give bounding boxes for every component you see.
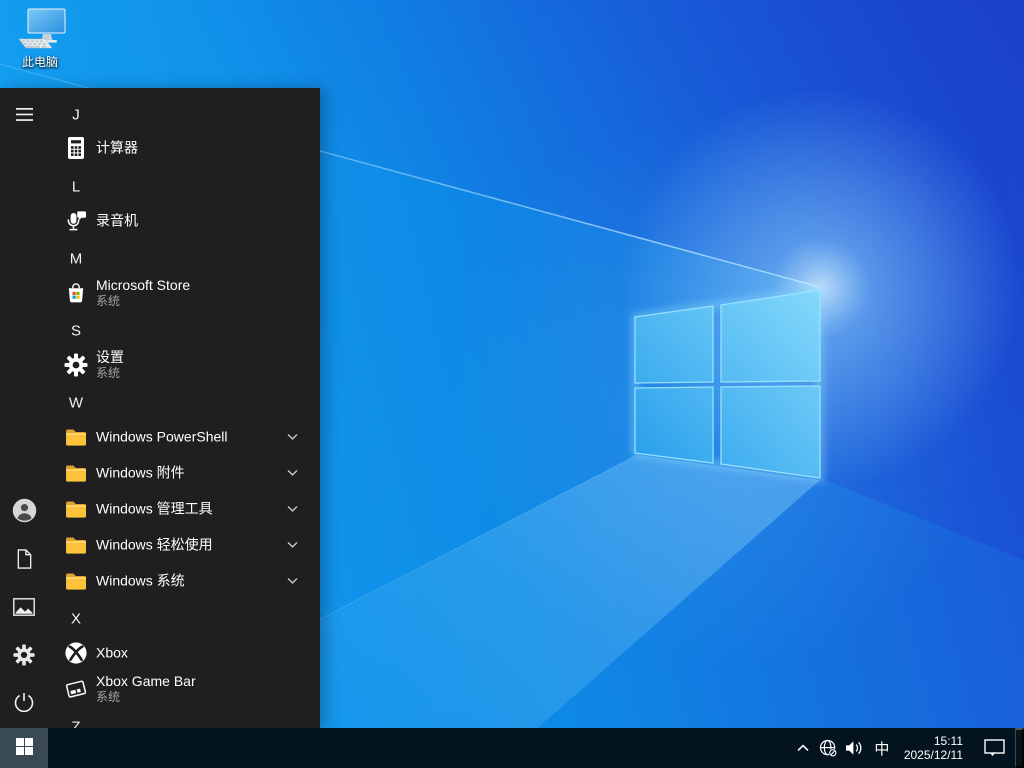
chevron-down-icon[interactable]: [284, 541, 300, 549]
rail-pictures-button[interactable]: [0, 584, 48, 632]
app-item-windows-accessories[interactable]: Windows 附件: [0, 455, 320, 491]
chevron-down-icon[interactable]: [284, 433, 300, 441]
windows-desktop: 此电脑 J 计算器 L 录音机 M Microsoft Store 系统 S 设置 系统 W Wind…: [0, 0, 1024, 768]
gear-icon: [13, 643, 35, 669]
app-item-text: Xbox: [96, 645, 284, 662]
folder-icon: [58, 527, 94, 563]
start-menu: J 计算器 L 录音机 M Microsoft Store 系统 S 设置 系统 W Windows …: [0, 88, 320, 728]
app-item-label: 计算器: [96, 139, 138, 156]
chevron-down-icon[interactable]: [284, 505, 300, 513]
calculator-icon: [58, 130, 94, 166]
show-desktop-button[interactable]: [1015, 728, 1024, 768]
folder-icon: [58, 491, 94, 527]
clock-date: 2025/12/11: [903, 748, 963, 762]
system-tray: 中 15:11 2025/12/11: [790, 728, 1024, 768]
app-item-label: Windows 附件: [96, 464, 185, 481]
windows-logo-icon: [15, 738, 33, 758]
document-icon: [15, 548, 34, 573]
taskbar: 中 15:11 2025/12/11: [0, 728, 1024, 768]
app-item-text: Xbox Game Bar 系统: [96, 673, 284, 705]
rail-user-button[interactable]: [0, 488, 48, 536]
tray-overflow-chevron-up-icon[interactable]: [790, 728, 816, 768]
app-item-text: Windows 管理工具: [96, 501, 284, 518]
desktop-icon-this-pc[interactable]: 此电脑: [8, 8, 72, 69]
app-item-text: 录音机: [96, 213, 284, 230]
app-item-voice-recorder[interactable]: 录音机: [0, 203, 320, 239]
volume-icon[interactable]: [842, 728, 868, 768]
microsoft-store-icon: [58, 275, 94, 311]
app-item-subtitle: 系统: [96, 294, 121, 308]
app-item-text: Microsoft Store 系统: [96, 277, 284, 309]
xbox-game-bar-icon: [58, 671, 94, 707]
folder-icon: [58, 455, 94, 491]
app-item-label: Xbox Game Bar: [96, 673, 196, 689]
section-letter-W[interactable]: W: [0, 385, 320, 421]
section-letter-label: J: [72, 106, 80, 124]
section-letter-Z[interactable]: Z: [0, 709, 320, 729]
app-item-text: Windows PowerShell: [96, 429, 284, 446]
section-letter-label: X: [70, 610, 81, 628]
app-item-text: Windows 系统: [96, 573, 284, 590]
taskbar-clock[interactable]: 15:11 2025/12/11: [896, 728, 973, 768]
app-item-text: 计算器: [96, 140, 284, 157]
folder-icon: [58, 419, 94, 455]
power-icon: [13, 692, 35, 717]
section-letter-X[interactable]: X: [0, 601, 320, 637]
app-item-xbox-game-bar[interactable]: Xbox Game Bar 系统: [0, 667, 320, 711]
clock-time: 15:11: [933, 734, 963, 748]
app-item-label: Windows 系统: [96, 572, 185, 589]
hamburger-menu-icon: [15, 108, 33, 124]
section-letter-label: M: [69, 250, 83, 268]
app-item-label: Windows 管理工具: [96, 500, 213, 517]
ime-indicator[interactable]: 中: [868, 728, 896, 768]
app-item-label: Windows 轻松使用: [96, 536, 213, 553]
app-item-subtitle: 系统: [96, 690, 121, 704]
app-item-label: Xbox: [96, 644, 128, 661]
chevron-down-icon[interactable]: [284, 577, 300, 585]
app-item-xbox[interactable]: Xbox: [0, 635, 320, 671]
network-no-internet-icon[interactable]: [816, 728, 842, 768]
app-item-text: Windows 附件: [96, 465, 284, 482]
rail-power-button[interactable]: [0, 680, 48, 728]
app-item-subtitle: 系统: [96, 366, 121, 380]
xbox-icon: [58, 635, 94, 671]
rail-documents-button[interactable]: [0, 536, 48, 584]
rail-menu-button[interactable]: [0, 92, 48, 140]
start-menu-app-list: J 计算器 L 录音机 M Microsoft Store 系统 S 设置 系统 W Windows …: [0, 88, 320, 728]
action-center-icon[interactable]: [973, 728, 1015, 768]
section-letter-label: L: [71, 178, 81, 196]
rail-settings-button[interactable]: [0, 632, 48, 680]
chevron-down-icon[interactable]: [284, 469, 300, 477]
section-letter-label: Z: [71, 718, 81, 729]
app-item-windows-admin-tools[interactable]: Windows 管理工具: [0, 491, 320, 527]
section-letter-label: W: [68, 394, 84, 412]
app-item-windows-ease-of-access[interactable]: Windows 轻松使用: [0, 527, 320, 563]
user-avatar-icon: [12, 498, 37, 526]
app-item-label: 录音机: [96, 212, 138, 229]
this-pc-icon: [18, 8, 66, 49]
app-item-label: Microsoft Store: [96, 277, 191, 293]
section-letter-L[interactable]: L: [0, 169, 320, 205]
app-item-label: Windows PowerShell: [96, 428, 228, 445]
app-item-text: Windows 轻松使用: [96, 537, 284, 554]
desktop-icon-label: 此电脑: [21, 55, 58, 69]
section-letter-J[interactable]: J: [0, 97, 320, 133]
pictures-icon: [13, 597, 35, 619]
start-menu-rail: [0, 88, 48, 728]
settings-gear-icon: [58, 347, 94, 383]
folder-icon: [58, 563, 94, 599]
start-button[interactable]: [0, 728, 48, 768]
app-item-settings[interactable]: 设置 系统: [0, 343, 320, 387]
app-item-microsoft-store[interactable]: Microsoft Store 系统: [0, 271, 320, 315]
voice-recorder-icon: [58, 203, 94, 239]
app-item-text: 设置 系统: [96, 349, 284, 381]
section-letter-label: S: [70, 322, 81, 340]
app-item-windows-system[interactable]: Windows 系统: [0, 563, 320, 599]
app-item-calculator[interactable]: 计算器: [0, 130, 320, 166]
app-item-label: 设置: [96, 349, 124, 365]
app-item-windows-powershell[interactable]: Windows PowerShell: [0, 419, 320, 455]
